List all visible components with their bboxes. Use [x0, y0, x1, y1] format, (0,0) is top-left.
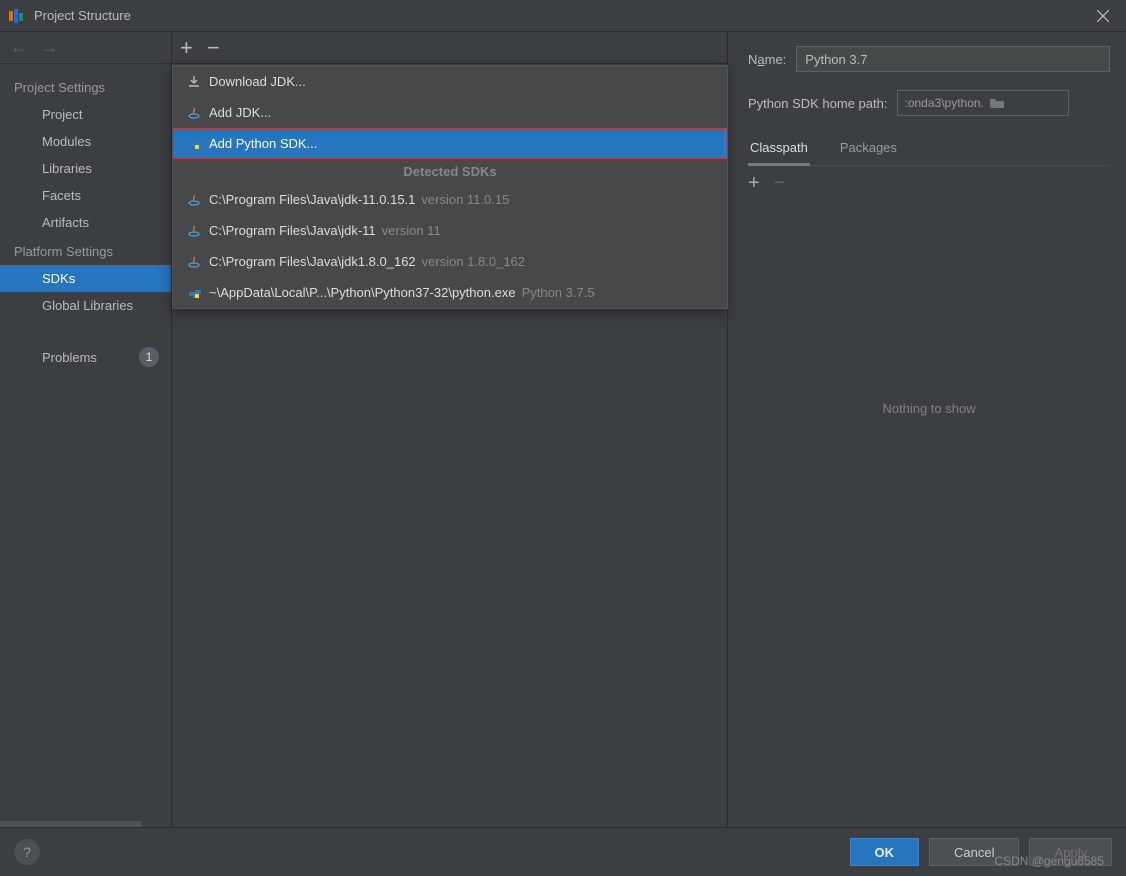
dropdown-separator: Detected SDKs	[173, 159, 727, 184]
watermark: CSDN @gengu6585	[994, 854, 1104, 868]
sdk-toolbar: + −	[172, 32, 727, 64]
add-sdk-button[interactable]: +	[180, 37, 193, 59]
sdk-name-input[interactable]	[796, 46, 1110, 72]
detected-sdk-item[interactable]: ~\AppData\Local\P...\Python\Python37-32\…	[173, 277, 727, 308]
menu-download-jdk[interactable]: Download JDK...	[173, 66, 727, 97]
detected-sdk-item[interactable]: C:\Program Files\Java\jdk-11 version 11	[173, 215, 727, 246]
sdk-path: C:\Program Files\Java\jdk-11	[209, 223, 376, 238]
sidebar-item-modules[interactable]: Modules	[0, 128, 171, 155]
sdk-path: C:\Program Files\Java\jdk1.8.0_162	[209, 254, 416, 269]
menu-add-jdk[interactable]: Add JDK...	[173, 97, 727, 128]
sidebar-item-sdks[interactable]: SDKs	[0, 265, 171, 292]
sdk-version: version 11	[382, 223, 441, 238]
sdk-path-value: :onda3\python.exe	[898, 96, 983, 110]
sidebar-scrollbar[interactable]	[0, 821, 142, 827]
java-icon	[187, 193, 209, 207]
sdk-path-field[interactable]: :onda3\python.exe	[897, 90, 1069, 116]
java-icon	[187, 106, 209, 120]
bottom-bar: ? OK Cancel Apply	[0, 827, 1126, 876]
section-header-platform: Platform Settings	[0, 236, 171, 265]
sidebar-item-facets[interactable]: Facets	[0, 182, 171, 209]
nav-forward-icon[interactable]: →	[34, 35, 64, 60]
sdk-details-panel: Name: Python SDK home path: :onda3\pytho…	[728, 32, 1126, 827]
java-icon	[187, 255, 209, 269]
python-icon	[187, 137, 209, 151]
help-button[interactable]: ?	[14, 839, 40, 865]
window-title: Project Structure	[34, 8, 131, 23]
titlebar: Project Structure	[0, 0, 1126, 32]
sdk-path: C:\Program Files\Java\jdk-11.0.15.1	[209, 192, 415, 207]
sidebar-item-artifacts[interactable]: Artifacts	[0, 209, 171, 236]
sidebar-nav: ← →	[0, 32, 171, 64]
add-classpath-button[interactable]: +	[748, 172, 760, 195]
tab-classpath[interactable]: Classpath	[748, 134, 810, 166]
path-label: Python SDK home path:	[748, 96, 887, 111]
sdk-path: ~\AppData\Local\P...\Python\Python37-32\…	[209, 285, 516, 300]
tab-packages[interactable]: Packages	[838, 134, 899, 165]
remove-classpath-button[interactable]: −	[774, 172, 786, 195]
section-header-project: Project Settings	[0, 72, 171, 101]
menu-label: Add JDK...	[209, 105, 271, 120]
add-sdk-dropdown: Download JDK... Add JDK... Add Python SD…	[172, 65, 728, 309]
details-tabs: Classpath Packages	[748, 134, 1110, 166]
java-icon	[187, 224, 209, 238]
detected-sdk-item[interactable]: C:\Program Files\Java\jdk-11.0.15.1 vers…	[173, 184, 727, 215]
ok-button[interactable]: OK	[850, 838, 920, 866]
problems-badge: 1	[139, 347, 159, 367]
folder-icon[interactable]	[983, 97, 1068, 109]
menu-add-python-sdk[interactable]: Add Python SDK...	[173, 128, 727, 159]
classpath-toolbar: + −	[748, 166, 1110, 201]
detected-sdk-item[interactable]: C:\Program Files\Java\jdk1.8.0_162 versi…	[173, 246, 727, 277]
download-icon	[187, 75, 209, 89]
close-icon[interactable]	[1088, 1, 1118, 31]
menu-label: Add Python SDK...	[209, 136, 317, 151]
empty-message: Nothing to show	[748, 401, 1110, 416]
menu-label: Download JDK...	[209, 74, 306, 89]
sdk-version: version 1.8.0_162	[422, 254, 525, 269]
sidebar-item-libraries[interactable]: Libraries	[0, 155, 171, 182]
remove-sdk-button[interactable]: −	[207, 37, 220, 59]
name-label: Name:	[748, 52, 786, 67]
nav-back-icon[interactable]: ←	[4, 35, 34, 60]
app-icon	[8, 9, 26, 23]
sidebar-item-global-libraries[interactable]: Global Libraries	[0, 292, 171, 319]
sidebar-item-problems[interactable]: Problems 1	[0, 341, 171, 373]
python-icon	[187, 286, 209, 300]
sdk-list-panel: + − Download JDK... Add JDK... A	[172, 32, 728, 827]
sidebar-item-project[interactable]: Project	[0, 101, 171, 128]
problems-label: Problems	[42, 350, 97, 365]
sidebar: ← → Project Settings Project Modules Lib…	[0, 32, 172, 827]
sdk-version: Python 3.7.5	[522, 285, 595, 300]
sdk-version: version 11.0.15	[421, 192, 509, 207]
